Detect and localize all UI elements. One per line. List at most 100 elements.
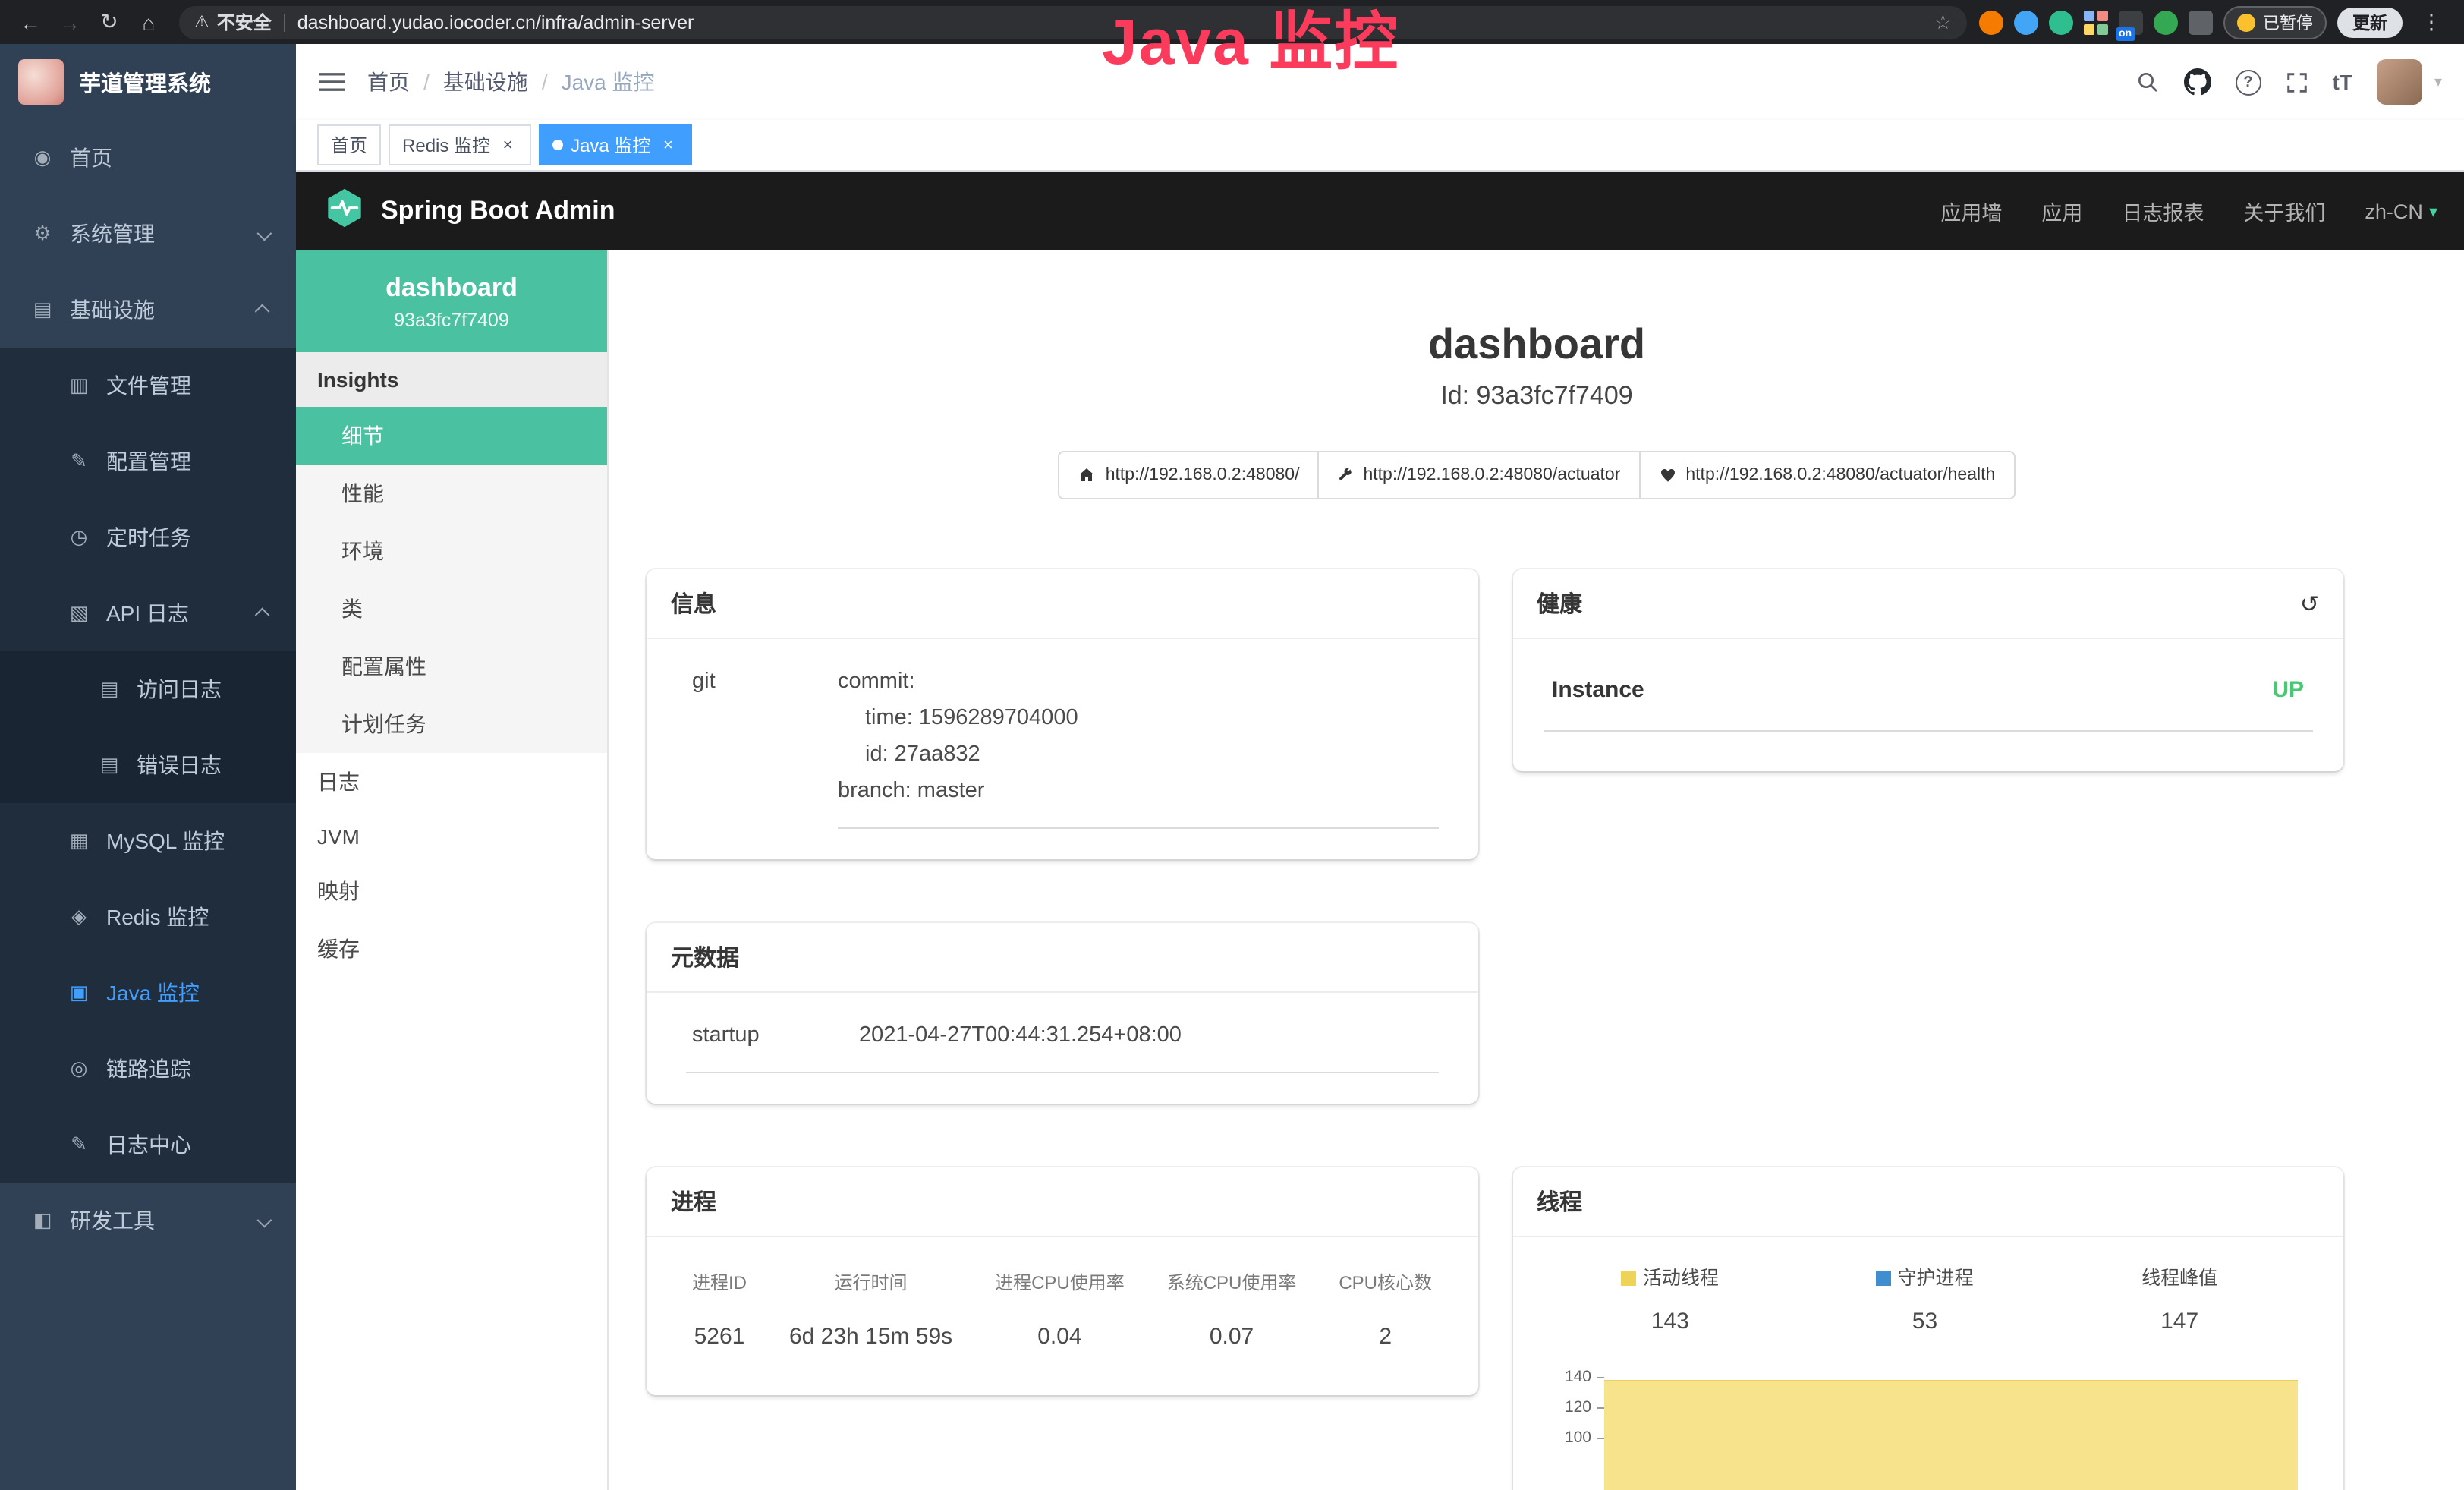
info-line: id: 27aa832 <box>838 736 1438 773</box>
edit-icon: ✎ <box>67 449 91 474</box>
sba-menu-metrics[interactable]: 性能 <box>296 465 607 522</box>
sidebar-item-file-management[interactable]: ▥ 文件管理 <box>0 348 296 424</box>
user-avatar[interactable] <box>2377 59 2422 105</box>
screen: ← → ↻ ⌂ ⚠ 不安全 dashboard.yudao.iocoder.cn… <box>0 0 2464 1490</box>
bookmark-star-icon[interactable]: ☆ <box>1934 10 1952 34</box>
sba-locale-select[interactable]: zh-CN ▾ <box>2365 200 2437 222</box>
extension-icon[interactable] <box>2049 10 2073 34</box>
extension-icon[interactable]: on <box>2119 10 2143 34</box>
menu-fold-icon[interactable] <box>319 71 345 93</box>
info-line: branch: master <box>838 773 1438 809</box>
file-icon: ▥ <box>67 373 91 398</box>
address-bar[interactable]: ⚠ 不安全 dashboard.yudao.iocoder.cn/infra/a… <box>179 5 1967 39</box>
sba-menu-group-insights[interactable]: Insights <box>296 352 607 407</box>
tab-redis-monitor[interactable]: Redis 监控 × <box>389 124 531 165</box>
sidebar-item-dev-tools[interactable]: ◧ 研发工具 <box>0 1183 296 1258</box>
legend-label: 活动线程 <box>1643 1268 1719 1289</box>
sidebar-item-java-monitor[interactable]: ▣ Java 监控 <box>0 955 296 1031</box>
sba-menu-jvm[interactable]: JVM <box>296 811 607 862</box>
spring-boot-admin: Spring Boot Admin 应用墙 应用 日志报表 关于我们 zh-CN… <box>296 172 2464 1490</box>
y-axis: 140 120 100 <box>1537 1362 1603 1490</box>
sidebar-item-config-management[interactable]: ✎ 配置管理 <box>0 424 296 499</box>
sba-menu-beans[interactable]: 类 <box>296 580 607 638</box>
paused-badge[interactable]: 已暂停 <box>2223 5 2327 39</box>
extension-icon[interactable] <box>2154 10 2178 34</box>
sidebar-item-label: 系统管理 <box>70 219 155 249</box>
sba-menu-details[interactable]: 细节 <box>296 407 607 465</box>
sba-menu-loggers[interactable]: 日志 <box>296 753 607 811</box>
document-icon: ▧ <box>67 601 91 625</box>
cards-area: 信息 git commit: time: 1596289704000 <box>609 499 2464 1490</box>
tab-java-monitor[interactable]: Java 监控 × <box>539 124 691 165</box>
back-icon[interactable]: ← <box>12 4 49 40</box>
sba-menu-caches[interactable]: 缓存 <box>296 920 607 978</box>
sidebar-item-label: 首页 <box>70 143 112 173</box>
metadata-key: startup <box>686 1017 859 1054</box>
fullscreen-icon[interactable] <box>2286 71 2308 93</box>
tab-label: Java 监控 <box>571 132 650 158</box>
legend-active-threads: 活动线程 143 <box>1543 1262 1798 1334</box>
sba-nav-journal[interactable]: 日志报表 <box>2122 196 2204 226</box>
link-label: http://192.168.0.2:48080/ <box>1106 466 1300 484</box>
breadcrumb-infrastructure[interactable]: 基础设施 <box>443 67 528 97</box>
sidebar-item-system-management[interactable]: ⚙ 系统管理 <box>0 196 296 272</box>
instance-links: http://192.168.0.2:48080/ http://192.168… <box>609 451 2464 499</box>
update-button[interactable]: 更新 <box>2337 7 2403 37</box>
font-size-icon[interactable]: tT <box>2333 70 2352 94</box>
sidebar-item-home[interactable]: ◉ 首页 <box>0 120 296 196</box>
browser-home-icon[interactable]: ⌂ <box>131 4 167 40</box>
instance-header[interactable]: dashboard 93a3fc7f7409 <box>296 250 607 352</box>
extension-icon[interactable] <box>2084 10 2108 34</box>
health-url-link[interactable]: http://192.168.0.2:48080/actuator/health <box>1638 451 2015 499</box>
puzzle-extension-icon[interactable] <box>2189 10 2213 34</box>
sba-nav-about[interactable]: 关于我们 <box>2243 196 2325 226</box>
sba-menu-environment[interactable]: 环境 <box>296 522 607 580</box>
sidebar-item-error-logs[interactable]: ▤ 错误日志 <box>0 727 296 803</box>
home-icon <box>1078 466 1097 484</box>
sba-menu-configprops[interactable]: 配置属性 <box>296 638 607 695</box>
legend-value: 147 <box>2052 1309 2307 1334</box>
sidebar-item-scheduled-jobs[interactable]: ◷ 定时任务 <box>0 499 296 575</box>
smiley-profile-icon <box>2237 13 2255 31</box>
sba-nav-wallboard[interactable]: 应用墙 <box>1940 196 2002 226</box>
close-icon[interactable]: × <box>498 135 518 155</box>
actuator-url-link[interactable]: http://192.168.0.2:48080/actuator <box>1317 451 1640 499</box>
help-icon[interactable]: ? <box>2236 69 2261 95</box>
sidebar-item-label: 错误日志 <box>137 750 222 780</box>
browser-menu-icon[interactable]: ⋮ <box>2413 4 2450 40</box>
github-icon[interactable] <box>2184 68 2211 96</box>
history-icon[interactable]: ↺ <box>2300 590 2319 617</box>
sidebar-item-link-tracing[interactable]: ◎ 链路追踪 <box>0 1031 296 1107</box>
sba-menu-mappings[interactable]: 映射 <box>296 862 607 920</box>
sidebar-item-label: 链路追踪 <box>106 1054 191 1084</box>
sidebar-item-api-logs[interactable]: ▧ API 日志 <box>0 575 296 651</box>
sidebar-item-log-center[interactable]: ✎ 日志中心 <box>0 1107 296 1183</box>
sidebar-item-infrastructure[interactable]: ▤ 基础设施 <box>0 272 296 348</box>
heart-icon <box>1658 466 1676 484</box>
caret-down-icon: ▾ <box>2434 74 2442 90</box>
app-logo[interactable]: 芋道管理系统 <box>0 44 296 120</box>
search-icon[interactable] <box>2135 70 2160 94</box>
tab-home[interactable]: 首页 <box>317 124 381 165</box>
sba-menu-scheduled-tasks[interactable]: 计划任务 <box>296 695 607 753</box>
reload-icon[interactable]: ↻ <box>91 4 127 40</box>
sidebar-item-label: API 日志 <box>106 598 189 628</box>
card-title: 线程 <box>1537 1186 1582 1218</box>
security-label[interactable]: 不安全 <box>217 9 272 35</box>
process-stat: 系统CPU使用率 0.07 <box>1167 1265 1297 1356</box>
base-url-link[interactable]: http://192.168.0.2:48080/ <box>1059 451 1320 499</box>
close-icon[interactable]: × <box>658 135 678 155</box>
stat-value: 0.07 <box>1167 1319 1297 1356</box>
card-title: 进程 <box>671 1186 716 1218</box>
y-tick: 100 <box>1565 1429 1591 1447</box>
breadcrumb-separator: / <box>542 70 548 94</box>
sidebar-item-mysql-monitor[interactable]: ▦ MySQL 监控 <box>0 803 296 879</box>
sidebar-item-redis-monitor[interactable]: ◈ Redis 监控 <box>0 879 296 955</box>
extension-icon[interactable] <box>1979 10 2003 34</box>
forward-icon[interactable]: → <box>52 4 88 40</box>
breadcrumb-home[interactable]: 首页 <box>367 67 410 97</box>
sidebar-item-access-logs[interactable]: ▤ 访问日志 <box>0 651 296 727</box>
locale-label: zh-CN <box>2365 200 2423 222</box>
extension-icon[interactable] <box>2014 10 2038 34</box>
sba-nav-applications[interactable]: 应用 <box>2041 196 2082 226</box>
